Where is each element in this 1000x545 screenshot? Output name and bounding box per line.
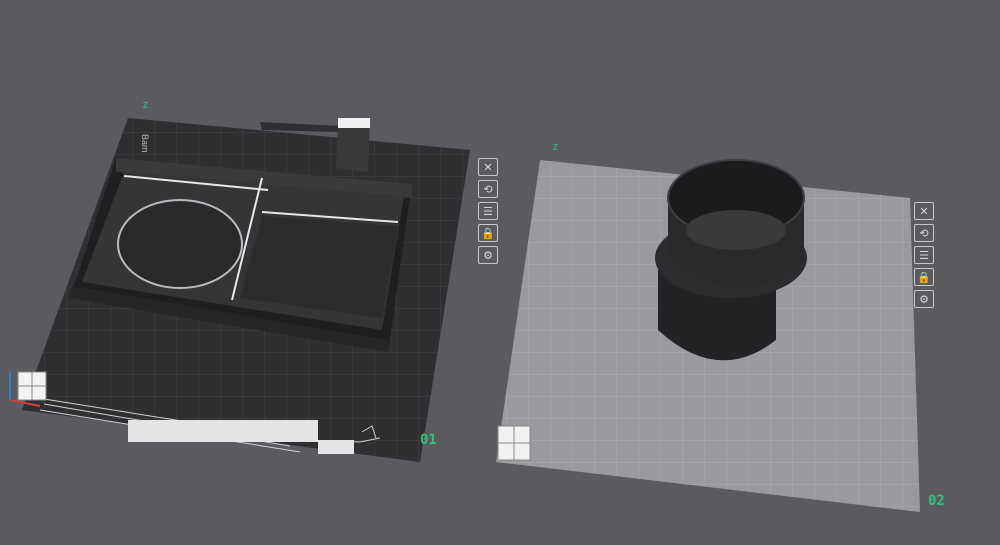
3d-viewport[interactable]: z z Bam (0, 0, 1000, 545)
orient-icon[interactable]: ⟲ (914, 224, 934, 242)
arrange-icon[interactable]: ☰ (478, 202, 498, 220)
plate-02-axis-mark: z (552, 140, 559, 153)
plate-02-number: 02 (928, 493, 945, 509)
plate-02-controls: ✕ ⟲ ☰ 🔒 ⚙ (914, 202, 934, 308)
orient-icon[interactable]: ⟲ (478, 180, 498, 198)
close-icon[interactable]: ✕ (478, 158, 498, 176)
lock-icon[interactable]: 🔒 (914, 268, 934, 286)
plate-01-axis-mark: z (142, 98, 149, 111)
plate-01-label: Bam (140, 134, 150, 153)
plate-01-controls: ✕ ⟲ ☰ 🔒 ⚙ (478, 158, 498, 264)
lock-icon[interactable]: 🔒 (478, 224, 498, 242)
gear-icon[interactable]: ⚙ (478, 246, 498, 264)
arrange-icon[interactable]: ☰ (914, 246, 934, 264)
gear-icon[interactable]: ⚙ (914, 290, 934, 308)
close-icon[interactable]: ✕ (914, 202, 934, 220)
plate-01-number: 01 (420, 432, 437, 448)
plate-02-corner-marker (497, 425, 531, 461)
